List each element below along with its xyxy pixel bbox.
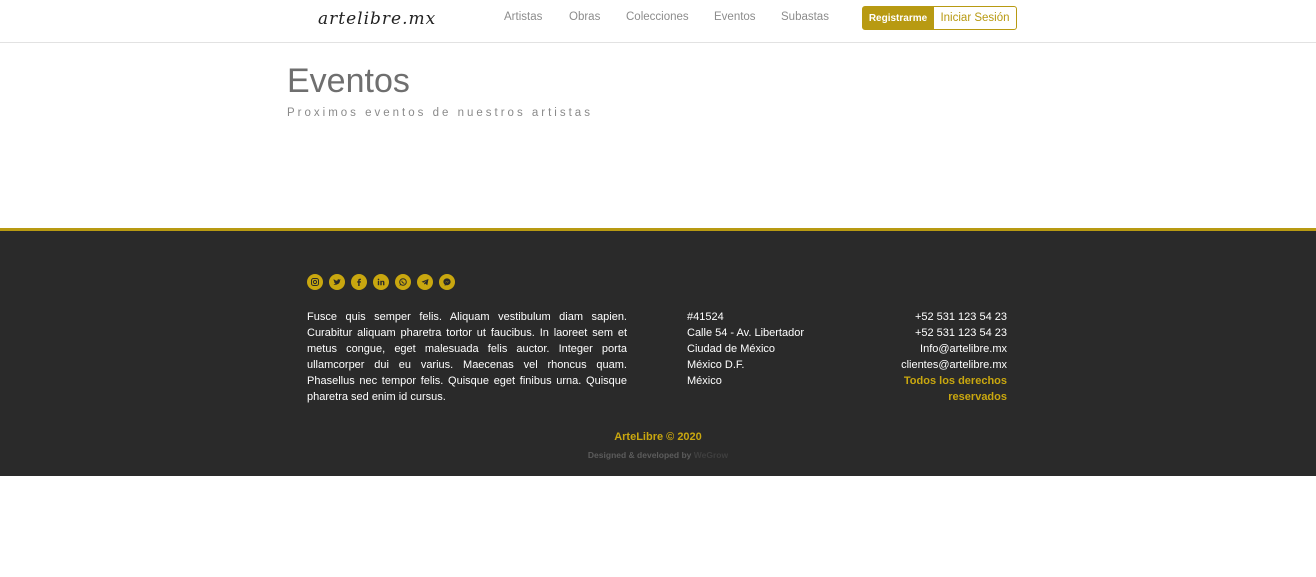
site-footer: Fusce quis semper felis. Aliquam vestibu… [0, 228, 1316, 476]
site-logo[interactable]: artelibre.mx [318, 9, 436, 29]
address-country: México [687, 375, 722, 387]
whatsapp-icon[interactable] [395, 274, 411, 290]
credits-brand-link[interactable]: WeGrow [694, 450, 728, 460]
address-street: Calle 54 - Av. Libertador [687, 327, 804, 339]
nav-link-colecciones[interactable]: Colecciones [626, 11, 689, 23]
credits-prefix: Designed & developed by [587, 450, 692, 460]
instagram-icon[interactable] [307, 274, 323, 290]
contact-phone-1[interactable]: +52 531 123 54 23 [867, 309, 1007, 325]
address-number: #41524 [687, 311, 724, 323]
contact-email-clients[interactable]: clientes@artelibre.mx [867, 357, 1007, 373]
page-title: Eventos [287, 62, 410, 100]
social-links [307, 274, 455, 290]
footer-about-text: Fusce quis semper felis. Aliquam vestibu… [307, 311, 627, 403]
top-header: artelibre.mx Artistas Obras Colecciones … [0, 0, 1316, 43]
linkedin-icon[interactable] [373, 274, 389, 290]
twitter-icon[interactable] [329, 274, 345, 290]
copyright-text: ArteLibre © 2020 [614, 431, 702, 443]
nav-link-subastas[interactable]: Subastas [781, 11, 829, 23]
nav-link-eventos[interactable]: Eventos [714, 11, 756, 23]
footer-contact: +52 531 123 54 23 +52 531 123 54 23 Info… [867, 309, 1007, 405]
messenger-icon[interactable] [439, 274, 455, 290]
facebook-icon[interactable] [351, 274, 367, 290]
contact-email-info[interactable]: Info@artelibre.mx [867, 341, 1007, 357]
credits-text: Designed & developed by WeGrow [0, 450, 1316, 460]
nav-link-obras[interactable]: Obras [569, 11, 600, 23]
telegram-icon[interactable] [417, 274, 433, 290]
footer-address: #41524 Calle 54 - Av. Libertador Ciudad … [687, 309, 804, 389]
contact-phone-2[interactable]: +52 531 123 54 23 [867, 325, 1007, 341]
address-state: México D.F. [687, 359, 745, 371]
register-button[interactable]: Registrarme [862, 6, 934, 30]
nav-link-artistas[interactable]: Artistas [504, 11, 542, 23]
login-button[interactable]: Iniciar Sesión [933, 6, 1017, 30]
address-city: Ciudad de México [687, 343, 776, 355]
page-subtitle: Proximos eventos de nuestros artistas [287, 107, 593, 119]
rights-reserved-text: Todos los derechos reservados [903, 375, 1007, 403]
